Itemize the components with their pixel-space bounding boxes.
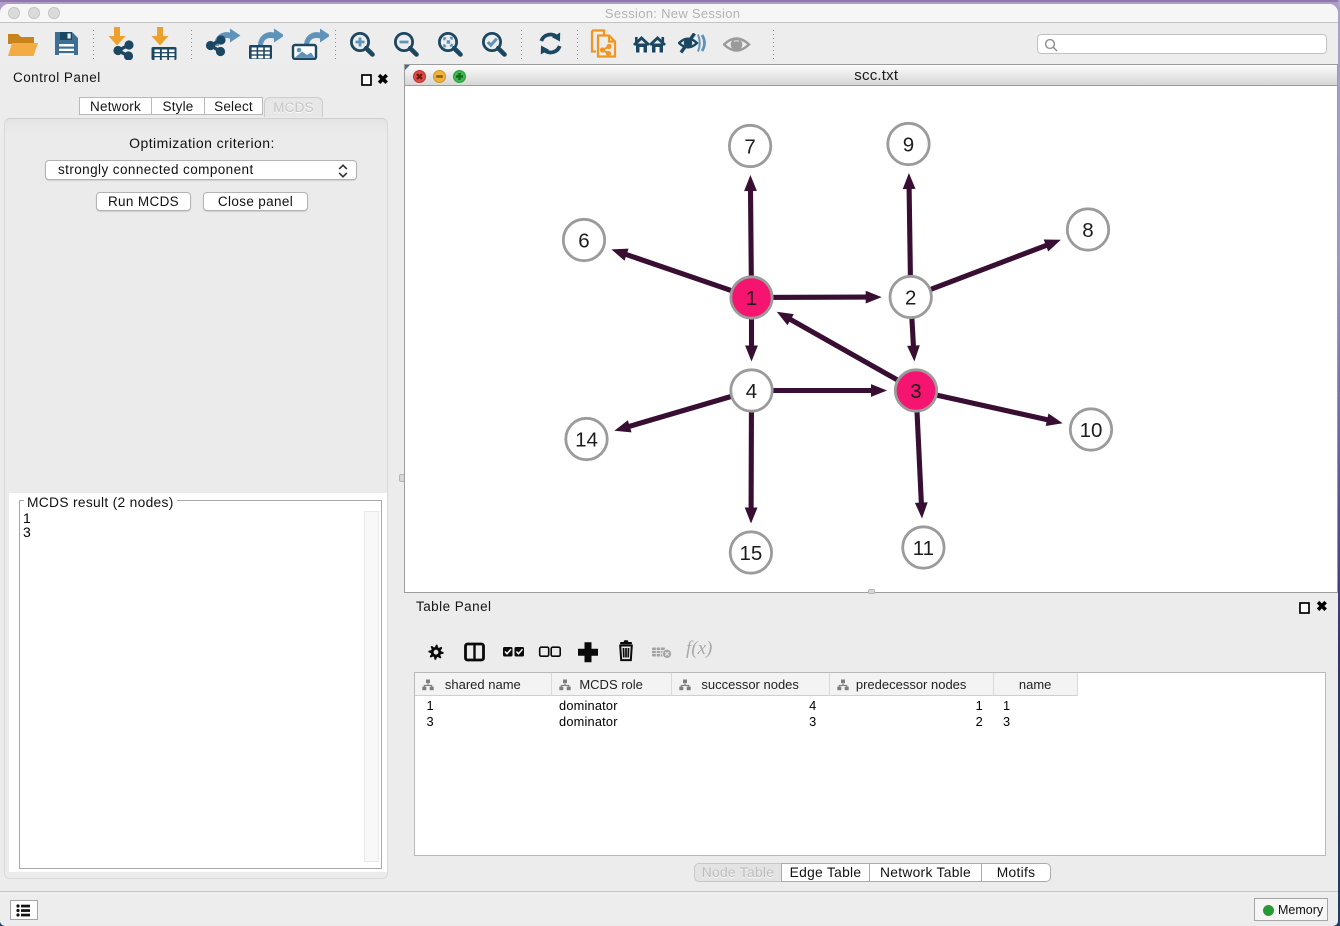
svg-text:14: 14 bbox=[575, 428, 598, 451]
svg-text:6: 6 bbox=[578, 229, 589, 252]
svg-text:10: 10 bbox=[1080, 419, 1103, 442]
svg-text:4: 4 bbox=[746, 380, 757, 403]
svg-text:9: 9 bbox=[903, 133, 914, 156]
svg-text:3: 3 bbox=[910, 380, 921, 403]
svg-text:15: 15 bbox=[739, 542, 762, 565]
svg-text:11: 11 bbox=[913, 537, 934, 560]
svg-text:2: 2 bbox=[905, 286, 916, 309]
svg-text:7: 7 bbox=[744, 135, 755, 158]
svg-text:1: 1 bbox=[746, 287, 757, 310]
svg-text:8: 8 bbox=[1082, 219, 1093, 242]
